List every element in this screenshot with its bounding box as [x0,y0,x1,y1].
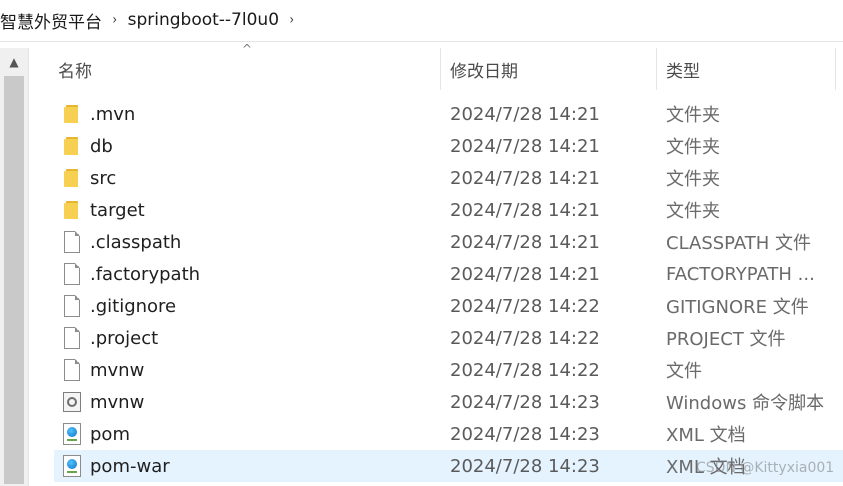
folder-icon [60,194,84,226]
scroll-up-arrow-icon[interactable]: ▲ [0,48,28,76]
file-modified-date: 2024/7/28 14:21 [450,231,600,253]
script-icon [60,386,84,418]
file-type: 文件 [666,361,702,382]
file-row[interactable]: mvnw 2024/7/28 14:22 文件 [54,354,843,386]
file-row[interactable]: src 2024/7/28 14:21 文件夹 [54,162,843,194]
watermark: CSDN @Kittyxia001 [696,460,835,476]
file-type: CLASSPATH 文件 [666,233,812,254]
column-divider[interactable] [656,48,657,90]
file-name: pom [90,423,130,445]
column-header-date[interactable]: 修改日期 [450,48,518,90]
breadcrumb-chevron-icon[interactable]: › [290,12,294,28]
file-type: PROJECT 文件 [666,329,786,350]
scrollbar-thumb[interactable] [4,76,24,484]
file-icon [60,258,84,290]
file-type: FACTORYPATH ... [666,263,815,285]
file-row[interactable]: pom 2024/7/28 14:23 XML 文档 [54,418,843,450]
file-name: .gitignore [90,295,177,317]
column-divider[interactable] [835,48,836,90]
file-list: .mvn 2024/7/28 14:21 文件夹 db 2024/7/28 14:21 文… [54,98,843,482]
breadcrumb-item-parent[interactable]: 智慧外贸平台 [0,8,102,33]
folder-icon [60,130,84,162]
file-modified-date: 2024/7/28 14:21 [450,103,600,125]
file-modified-date: 2024/7/28 14:21 [450,263,600,285]
file-name: pom-war [90,455,170,477]
breadcrumb-divider [0,41,843,42]
file-modified-date: 2024/7/28 14:21 [450,199,600,221]
file-modified-date: 2024/7/28 14:23 [450,391,600,413]
file-row[interactable]: .project 2024/7/28 14:22 PROJECT 文件 [54,322,843,354]
file-icon [60,226,84,258]
file-modified-date: 2024/7/28 14:22 [450,359,600,381]
xml-icon [60,450,84,482]
file-icon [60,354,84,386]
file-type: 文件夹 [666,105,720,126]
folder-icon [60,98,84,130]
file-row[interactable]: .mvn 2024/7/28 14:21 文件夹 [54,98,843,130]
file-name: mvnw [90,391,145,413]
xml-icon [60,418,84,450]
vertical-scrollbar[interactable]: ▲ [0,48,29,486]
file-type: GITIGNORE 文件 [666,297,809,318]
file-type: 文件夹 [666,137,720,158]
file-modified-date: 2024/7/28 14:21 [450,167,600,189]
file-name: mvnw [90,359,145,381]
file-modified-date: 2024/7/28 14:23 [450,423,600,445]
file-type: 文件夹 [666,201,720,222]
column-header-type[interactable]: 类型 [666,48,700,90]
breadcrumb: 智慧外贸平台 › springboot--7l0u0 › [0,0,843,40]
file-icon [60,322,84,354]
file-row[interactable]: .factorypath 2024/7/28 14:21 FACTORYPATH .… [54,258,843,290]
file-name: .mvn [90,103,136,125]
file-name: src [90,167,117,189]
file-type: 文件夹 [666,169,720,190]
file-type: XML 文档 [666,425,746,446]
file-explorer-window: 智慧外贸平台 › springboot--7l0u0 › ▲ ^ 名称 修改日期… [0,0,843,486]
file-modified-date: 2024/7/28 14:23 [450,455,600,477]
file-row[interactable]: target 2024/7/28 14:21 文件夹 [54,194,843,226]
file-modified-date: 2024/7/28 14:21 [450,135,600,157]
file-modified-date: 2024/7/28 14:22 [450,327,600,349]
file-row[interactable]: .gitignore 2024/7/28 14:22 GITIGNORE 文件 [54,290,843,322]
column-header-row: ^ 名称 修改日期 类型 [44,42,836,90]
file-row[interactable]: .classpath 2024/7/28 14:21 CLASSPATH 文件 [54,226,843,258]
file-name: .factorypath [90,263,201,285]
folder-icon [60,162,84,194]
file-name: .classpath [90,231,182,253]
file-name: .project [90,327,159,349]
file-type: Windows 命令脚本 [666,393,825,414]
column-header-name[interactable]: 名称 [58,48,92,90]
file-icon [60,290,84,322]
column-divider[interactable] [440,48,441,90]
file-row[interactable]: db 2024/7/28 14:21 文件夹 [54,130,843,162]
breadcrumb-item-current[interactable]: springboot--7l0u0 [128,10,279,30]
file-modified-date: 2024/7/28 14:22 [450,295,600,317]
sort-ascending-icon: ^ [242,42,253,56]
file-row[interactable]: mvnw 2024/7/28 14:23 Windows 命令脚本 [54,386,843,418]
file-name: db [90,135,113,157]
file-name: target [90,199,145,221]
breadcrumb-chevron-icon[interactable]: › [113,12,117,28]
